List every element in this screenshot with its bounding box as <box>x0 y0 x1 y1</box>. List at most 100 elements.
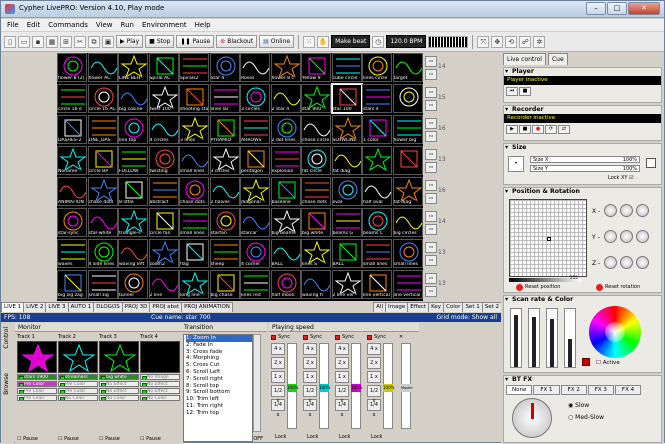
track-pause-button[interactable]: ☐ Pause <box>58 436 79 442</box>
speed-slider[interactable]: 100% <box>287 343 298 429</box>
cue-cell[interactable]: chase circle <box>301 115 331 144</box>
tab-browse[interactable]: Browse <box>3 373 10 395</box>
track-fx-slot[interactable]: No Color <box>99 395 139 401</box>
track-name[interactable]: Track 2 <box>58 334 98 341</box>
speed-preset-button[interactable]: 1/4 x <box>271 399 285 418</box>
tab-proj-abst[interactable]: PROJ abst <box>149 302 183 312</box>
cue-cell[interactable]: chase dots <box>301 177 331 206</box>
cue-cell[interactable]: star 100 <box>330 83 363 114</box>
online-button[interactable]: ▤ Online <box>259 35 295 48</box>
speed-preset-button[interactable]: 1/2 x <box>271 385 285 404</box>
track-fx-slot[interactable]: Pre Color <box>17 395 57 401</box>
row-button[interactable]: ▭ <box>425 87 437 98</box>
cue-cell[interactable]: lines red <box>240 270 270 299</box>
cue-cell[interactable]: line vertical <box>362 270 392 299</box>
cue-cell[interactable]: small zig <box>87 270 118 299</box>
cue-cell[interactable]: big zig zag <box>57 270 87 299</box>
active-checkbox[interactable]: ☐ Active <box>596 360 620 366</box>
cue-cell[interactable]: shooting star <box>179 84 209 113</box>
btfx-tab-fx1[interactable]: FX 1 <box>533 385 560 395</box>
stop-button[interactable]: ■ Stop <box>145 35 175 48</box>
track-fx-slot[interactable]: Pre Color <box>17 388 57 394</box>
cue-cell[interactable]: fat circle <box>301 146 331 175</box>
position-title[interactable]: Position & Rotation <box>504 188 661 196</box>
row-button[interactable]: ▭ <box>425 224 437 235</box>
speed-preset-button[interactable]: 2 x <box>367 357 381 369</box>
transition-item[interactable]: 5: Cross Cut <box>186 362 252 369</box>
cue-cell[interactable]: big beams <box>270 208 301 237</box>
track-fx-slot[interactable]: No Effect <box>99 381 139 387</box>
transition-item[interactable]: 8: Scroll top <box>186 383 252 390</box>
menu-commands[interactable]: Commands <box>48 19 88 31</box>
cue-cell[interactable]: flower AC <box>87 53 118 82</box>
size-y-slider[interactable]: Size Y 100% <box>530 165 640 172</box>
cue-cell[interactable]: 2 line ver <box>331 270 362 299</box>
menu-run[interactable]: Run <box>121 19 134 31</box>
paste-icon[interactable]: ⧉ <box>88 35 100 48</box>
cue-cell[interactable]: flower 8 (2) <box>57 53 87 82</box>
save-icon[interactable]: ▪ <box>32 35 44 48</box>
scan-rate-slider[interactable] <box>510 308 522 368</box>
cue-cell[interactable]: SLOWLINE <box>331 115 362 144</box>
transition-item[interactable]: 2: Fade In <box>186 342 252 349</box>
play-icon[interactable]: ▶ <box>506 125 518 134</box>
loop-icon[interactable]: ⟳ <box>545 125 557 134</box>
hand-icon[interactable]: ✋ <box>317 35 330 48</box>
row-button[interactable]: ▭ <box>425 131 437 142</box>
tab-dlogos[interactable]: DLOGOS <box>93 302 123 312</box>
cue-cell[interactable]: 1 color <box>362 115 392 144</box>
recorder-title[interactable]: Recorder <box>504 106 661 114</box>
sync-toggle[interactable]: Sync <box>367 334 397 341</box>
cue-cell[interactable]: 2 dot lines <box>270 115 301 144</box>
cue-cell[interactable]: big circles <box>392 208 423 237</box>
cue-cell[interactable]: line top <box>118 115 148 144</box>
row-button[interactable]: ▭ <box>425 118 437 129</box>
cue-cell[interactable]: small lines <box>179 208 209 237</box>
row-button[interactable]: ▭ <box>425 162 437 173</box>
tab-live-control[interactable]: Live control <box>503 53 546 65</box>
speed-preset-button[interactable]: 2 x <box>271 357 285 369</box>
play-button[interactable]: ▶ Play <box>116 35 144 48</box>
rot-y-knob-2[interactable] <box>620 230 633 243</box>
cue-cell[interactable]: waves <box>57 239 87 268</box>
cue-cell[interactable]: 2 halves <box>209 177 240 206</box>
transition-item[interactable]: 7: Scroll right <box>186 376 252 383</box>
cue-cell[interactable]: stars 4 <box>362 84 392 113</box>
grid-dots-icon[interactable]: ⁙ <box>303 35 316 48</box>
cue-cell[interactable]: small lines <box>179 146 209 175</box>
cue-cell[interactable]: pentagon <box>240 146 270 175</box>
transition-item[interactable]: 9: Scroll bottom <box>186 389 252 396</box>
medslow-radio[interactable]: ○ Med-Slow <box>568 414 604 421</box>
row-button[interactable]: ▭ <box>425 273 437 284</box>
size-color-box[interactable] <box>646 158 656 168</box>
sync-toggle[interactable]: Sync <box>303 334 333 341</box>
speed-slider-knob[interactable]: 100% <box>383 384 394 392</box>
rotate-icon[interactable]: ⟲ <box>505 35 518 48</box>
transition-list[interactable]: 1: Zoom In 2: Fade In 3: Cross fade 4: Morp… <box>183 334 253 442</box>
size-xy-pad[interactable]: • <box>508 156 524 172</box>
speed-slider[interactable]: 100% <box>351 343 362 429</box>
transition-scrollbar[interactable] <box>253 334 261 432</box>
btfx-title[interactable]: BT FX <box>504 376 661 384</box>
speed-preset-button[interactable]: 1/4 x <box>303 399 317 418</box>
cue-cell[interactable]: 4 circles <box>148 115 179 144</box>
speed-preset-button[interactable]: 4 x <box>271 343 285 355</box>
size-title[interactable]: Size <box>504 144 661 152</box>
filter-effect[interactable]: Effect <box>407 302 430 312</box>
size-x-slider[interactable]: Size X 100% <box>530 156 640 163</box>
cue-cell[interactable]: ARROWS <box>240 115 270 144</box>
track-fx-slot[interactable]: Pre Color <box>58 381 98 387</box>
cue-cell[interactable]: Roses <box>240 53 270 82</box>
cue-cell[interactable]: circle 16 AC <box>87 84 118 113</box>
rot-z-knob-3[interactable] <box>636 256 649 269</box>
cue-cell[interactable]: chase dots <box>87 177 118 206</box>
intensity-slider[interactable] <box>528 308 540 368</box>
track-fx-slot[interactable]: Pre Color <box>58 388 98 394</box>
cue-cell[interactable]: twist 100 <box>148 84 179 113</box>
transition-item[interactable]: 4: Morphing <box>186 355 252 362</box>
cue-cell[interactable]: twisting <box>148 146 179 175</box>
cue-cell[interactable]: LINE BEH <box>118 53 148 82</box>
rot-y-knob-1[interactable] <box>604 230 617 243</box>
cue-cell[interactable]: fat diag <box>392 177 423 206</box>
cue-cell[interactable]: star-sync <box>57 208 87 237</box>
